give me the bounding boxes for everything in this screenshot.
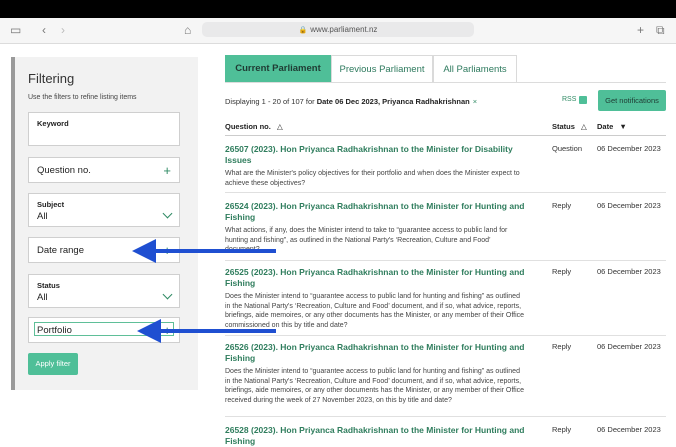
back-icon[interactable]: ‹ — [42, 23, 46, 37]
keyword-field[interactable]: Keyword — [28, 112, 180, 146]
row-date: 06 December 2023 — [597, 425, 661, 434]
displaying-prefix: Displaying 1 - 20 of 107 for — [225, 97, 317, 106]
row-date: 06 December 2023 — [597, 267, 661, 276]
rss-icon[interactable] — [579, 96, 587, 104]
row-status: Reply — [552, 425, 572, 434]
question-no-header[interactable]: Question no. △ — [225, 122, 283, 131]
filter-hint: Use the filters to refine listing items — [28, 94, 137, 101]
tab-all-parliaments[interactable]: All Parliaments — [433, 55, 517, 82]
status-value: All — [37, 292, 48, 303]
row-divider — [225, 260, 666, 261]
row-status: Question — [552, 144, 583, 153]
question-link[interactable]: 26525 (2023). Hon Priyanca Radhakrishnan… — [225, 267, 530, 289]
sort-icon[interactable]: △ — [581, 122, 587, 131]
active-filter: Date 06 Dec 2023, Priyanca Radhakrishnan — [316, 97, 470, 106]
status-select[interactable]: Status All — [28, 274, 180, 308]
question-text: Does the Minister intend to “guarantee a… — [225, 368, 525, 404]
subject-select[interactable]: Subject All — [28, 193, 180, 227]
row-date: 06 December 2023 — [597, 144, 661, 153]
keyword-label: Keyword — [37, 119, 69, 128]
row-divider — [225, 335, 666, 336]
portfolio-label: Portfolio — [37, 325, 72, 336]
results-summary: Displaying 1 - 20 of 107 for Date 06 Dec… — [225, 97, 477, 106]
question-no-filter[interactable]: Question no. + — [28, 157, 180, 183]
lock-icon: 🔒 — [298, 27, 308, 34]
chevron-down-icon[interactable] — [162, 289, 173, 300]
home-icon[interactable]: ⌂ — [184, 23, 191, 37]
tabs-icon[interactable]: ⧉ — [656, 23, 665, 37]
question-no-label: Question no. — [37, 165, 91, 176]
filter-title: Filtering — [28, 71, 75, 86]
question-link[interactable]: 26524 (2023). Hon Priyanca Radhakrishnan… — [225, 201, 530, 223]
date-range-filter[interactable]: Date range + — [28, 237, 180, 263]
rss-link[interactable]: RSS — [562, 96, 576, 103]
row-status: Reply — [552, 342, 572, 351]
question-text: What are the Minister's policy objective… — [225, 170, 520, 187]
clear-filter-icon[interactable]: × — [473, 97, 477, 106]
question-text: Does the Minister intend to “guarantee a… — [225, 293, 525, 329]
row-status: Reply — [552, 201, 572, 210]
sort-icon[interactable]: △ — [277, 122, 283, 131]
browser-toolbar: ▭ ‹ › ⌂ 🔒 www.parliament.nz + ⧉ — [0, 18, 676, 44]
row-date: 06 December 2023 — [597, 342, 661, 351]
screen-top-bar — [0, 0, 676, 18]
row-divider — [225, 416, 666, 417]
apply-filter-button[interactable]: Apply filter — [28, 353, 78, 375]
row-status: Reply — [552, 267, 572, 276]
question-link[interactable]: 26526 (2023). Hon Priyanca Radhakrishnan… — [225, 342, 530, 364]
status-label: Status — [37, 281, 60, 290]
get-notifications-button[interactable]: Get notifications — [598, 90, 666, 111]
question-text: What actions, if any, does the Minister … — [225, 227, 508, 253]
question-link[interactable]: 26528 (2023). Hon Priyanca Radhakrishnan… — [225, 425, 530, 447]
expand-plus-icon[interactable]: + — [163, 244, 171, 257]
forward-icon[interactable]: › — [61, 23, 65, 37]
sidebar-icon[interactable]: ▭ — [10, 23, 21, 37]
tab-current-parliament[interactable]: Current Parliament — [225, 55, 331, 82]
sort-icon[interactable]: ▼ — [619, 122, 626, 131]
tabs-divider — [225, 82, 666, 83]
subject-label: Subject — [37, 200, 65, 209]
row-date: 06 December 2023 — [597, 201, 661, 210]
url-text: www.parliament.nz — [310, 25, 378, 34]
expand-plus-icon[interactable]: + — [163, 164, 171, 177]
filter-sidebar: Filtering Use the filters to refine list… — [11, 57, 198, 390]
subject-value: All — [37, 211, 48, 222]
chevron-down-icon[interactable] — [162, 208, 173, 219]
tab-previous-parliament[interactable]: Previous Parliament — [331, 55, 433, 82]
date-header[interactable]: Date ▼ — [597, 122, 627, 131]
date-range-label: Date range — [37, 245, 85, 256]
address-bar[interactable]: 🔒 www.parliament.nz — [202, 22, 474, 37]
expand-plus-icon[interactable]: + — [163, 324, 171, 337]
portfolio-filter[interactable]: Portfolio + — [28, 317, 180, 343]
status-header[interactable]: Status △ — [552, 122, 587, 131]
new-tab-icon[interactable]: + — [637, 23, 644, 37]
row-divider — [225, 192, 666, 193]
question-link[interactable]: 26507 (2023). Hon Priyanca Radhakrishnan… — [225, 144, 530, 166]
header-divider — [225, 135, 666, 136]
